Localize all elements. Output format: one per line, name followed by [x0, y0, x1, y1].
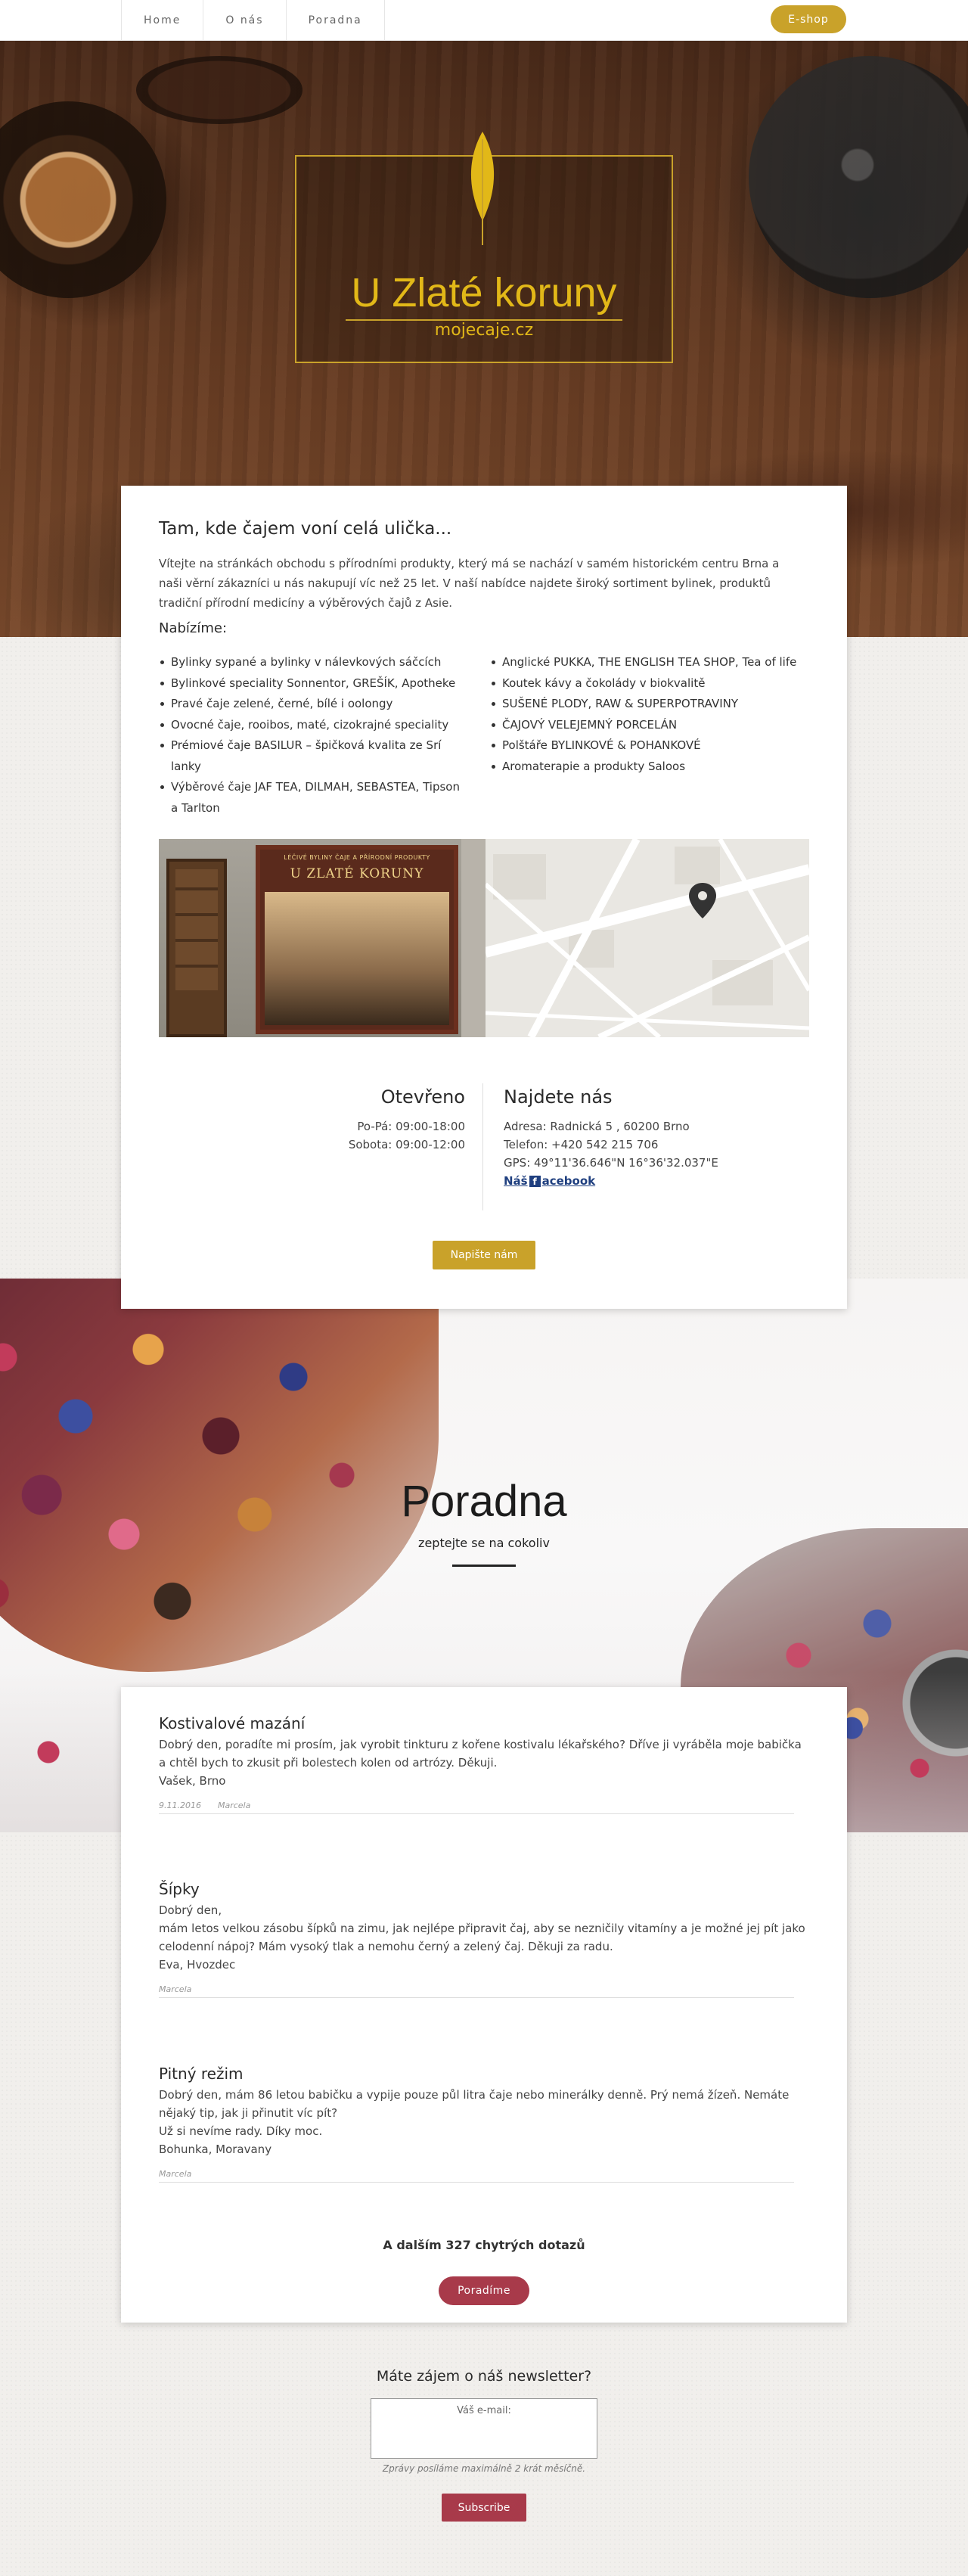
- contact-gps: GPS: 49°11'36.646"N 16°36'32.037"E: [504, 1156, 718, 1170]
- list-item: Anglické PUKKA, THE ENGLISH TEA SHOP, Te…: [490, 652, 815, 673]
- tea-petals-image: [0, 1279, 439, 1672]
- nav-advice[interactable]: Poradna: [285, 0, 385, 41]
- question-title[interactable]: Pitný režim: [159, 2065, 809, 2083]
- question-body: Dobrý den, mám letos velkou zásobu šípků…: [159, 1903, 805, 1953]
- question-meta: Marcela: [159, 2169, 809, 2179]
- question-answered-by: Marcela: [217, 1801, 251, 1810]
- question-meta: Marcela: [159, 1984, 809, 1994]
- nav-about[interactable]: O nás: [203, 0, 285, 41]
- facebook-icon: f: [529, 1175, 541, 1187]
- newsletter-note: Zprávy posíláme maximálně 2 krát měsíčně…: [382, 2463, 586, 2474]
- shop-wall: [461, 839, 486, 1037]
- advice-subtitle: zeptejte se na cokoliv: [418, 1536, 550, 1550]
- leaf-icon: [470, 132, 495, 245]
- about-text: Vítejte na stránkách obchodu s přírodním…: [159, 557, 780, 610]
- list-item: Bylinkové speciality Sonnentor, GREŠÍK, …: [159, 673, 469, 694]
- question-item[interactable]: Kostivalové mazání Dobrý den, poradíte m…: [159, 1714, 809, 1814]
- hours-title: Otevřeno: [380, 1086, 465, 1108]
- question-author: Vašek, Brno: [159, 1774, 226, 1788]
- question-item[interactable]: Pitný režim Dobrý den, mám 86 letou babi…: [159, 2065, 809, 2183]
- question-answered-by: Marcela: [159, 2169, 192, 2179]
- shop-front-photo: LÉČIVÉ BYLINY ČAJE A PŘÍRODNÍ PRODUKTY U…: [159, 839, 486, 1037]
- list-item: Prémiové čaje BASILUR – špičková kvalita…: [159, 735, 469, 777]
- list-item: Aromaterapie a produkty Saloos: [490, 757, 815, 778]
- list-item: SUŠENÉ PLODY, RAW & SUPERPOTRAVINY: [490, 694, 815, 715]
- hero-subtitle: mojecaje.cz: [434, 321, 534, 340]
- nav-home[interactable]: Home: [121, 0, 203, 41]
- contact-title: Najdete nás: [504, 1086, 613, 1108]
- question-title[interactable]: Šípky: [159, 1880, 809, 1898]
- question-date: 9.11.2016: [159, 1801, 201, 1810]
- tea-bowl-image: [136, 56, 302, 124]
- shop-door: [166, 859, 227, 1037]
- advise-button[interactable]: Poradíme: [439, 2276, 529, 2305]
- facebook-link-label: acebook: [541, 1174, 596, 1188]
- question-title[interactable]: Kostivalové mazání: [159, 1714, 809, 1732]
- shop-window: LÉČIVÉ BYLINY ČAJE A PŘÍRODNÍ PRODUKTY U…: [256, 845, 458, 1034]
- newsletter-title: Máte zájem o náš newsletter?: [376, 2368, 592, 2385]
- newsletter-email-placeholder: Váš e-mail:: [457, 2405, 511, 2416]
- list-item: Výběrové čaje JAF TEA, DILMAH, SEBASTEA,…: [159, 777, 469, 819]
- list-item: ČAJOVÝ VELEJEMNÝ PORCELÁN: [490, 715, 815, 736]
- write-us-button[interactable]: Napište nám: [433, 1241, 535, 1269]
- eshop-button[interactable]: E-shop: [771, 5, 846, 33]
- location-map[interactable]: [486, 839, 809, 1037]
- list-item: Koutek kávy a čokolády v biokvalitě: [490, 673, 815, 694]
- list-item: Pravé čaje zelené, černé, bílé i oolongy: [159, 694, 469, 715]
- question-answered-by: Marcela: [159, 1984, 192, 1994]
- hours-saturday: Sobota: 09:00-12:00: [348, 1138, 465, 1151]
- question-item[interactable]: Šípky Dobrý den, mám letos velkou zásobu…: [159, 1880, 809, 1998]
- hero-title: U Zlaté koruny: [351, 270, 617, 315]
- question-divider: [159, 1997, 794, 1998]
- contact-address: Adresa: Radnická 5 , 60200 Brno: [504, 1120, 690, 1133]
- list-item: Polštáře BYLINKOVÉ & POHANKOVÉ: [490, 735, 815, 757]
- advice-title: Poradna: [401, 1477, 567, 1526]
- question-body: Dobrý den, poradíte mi prosím, jak vyrob…: [159, 1738, 802, 1770]
- advice-card: Kostivalové mazání Dobrý den, poradíte m…: [121, 1687, 847, 2323]
- hours-weekdays: Po-Pá: 09:00-18:00: [357, 1120, 465, 1133]
- about-title: Tam, kde čajem voní celá ulička...: [159, 519, 452, 539]
- main-nav: Home O nás Poradna: [121, 0, 385, 41]
- shop-window-glass: [265, 892, 449, 1025]
- question-author: Eva, Hvozdec: [159, 1958, 236, 1972]
- contact-divider: [482, 1083, 483, 1210]
- offer-title: Nabízíme:: [159, 620, 228, 636]
- list-item: Ovocné čaje, rooibos, maté, cizokrajné s…: [159, 715, 469, 736]
- facebook-link-prefix: Náš: [504, 1174, 528, 1188]
- advice-title-underline: [452, 1565, 516, 1567]
- facebook-link[interactable]: Náš f acebook: [504, 1174, 595, 1188]
- shop-sign-small: LÉČIVÉ BYLINY ČAJE A PŘÍRODNÍ PRODUKTY: [284, 854, 430, 861]
- more-questions-text: A dalším 327 chytrých dotazů: [383, 2238, 585, 2252]
- teapot-image: [749, 56, 968, 298]
- subscribe-button[interactable]: Subscribe: [442, 2494, 526, 2522]
- coffee-cup-image: [0, 101, 166, 298]
- offer-list-left: Bylinky sypané a bylinky v nálevkových s…: [159, 652, 469, 819]
- question-divider: [159, 1813, 794, 1814]
- top-navigation-bar: Home O nás Poradna E-shop: [0, 0, 968, 41]
- newsletter-email-field[interactable]: Váš e-mail:: [371, 2398, 597, 2459]
- question-author: Bohunka, Moravany: [159, 2143, 272, 2156]
- shop-sign: U ZLATÉ KORUNY: [290, 866, 424, 881]
- contact-phone: Telefon: +420 542 215 706: [504, 1138, 659, 1151]
- list-item: Bylinky sypané a bylinky v nálevkových s…: [159, 652, 469, 673]
- question-divider: [159, 2182, 794, 2183]
- question-body: Dobrý den, mám 86 letou babičku a vypije…: [159, 2088, 790, 2138]
- offer-list-right: Anglické PUKKA, THE ENGLISH TEA SHOP, Te…: [490, 652, 815, 777]
- about-card: Tam, kde čajem voní celá ulička... Vítej…: [121, 486, 847, 1309]
- question-meta: 9.11.2016 Marcela: [159, 1801, 809, 1810]
